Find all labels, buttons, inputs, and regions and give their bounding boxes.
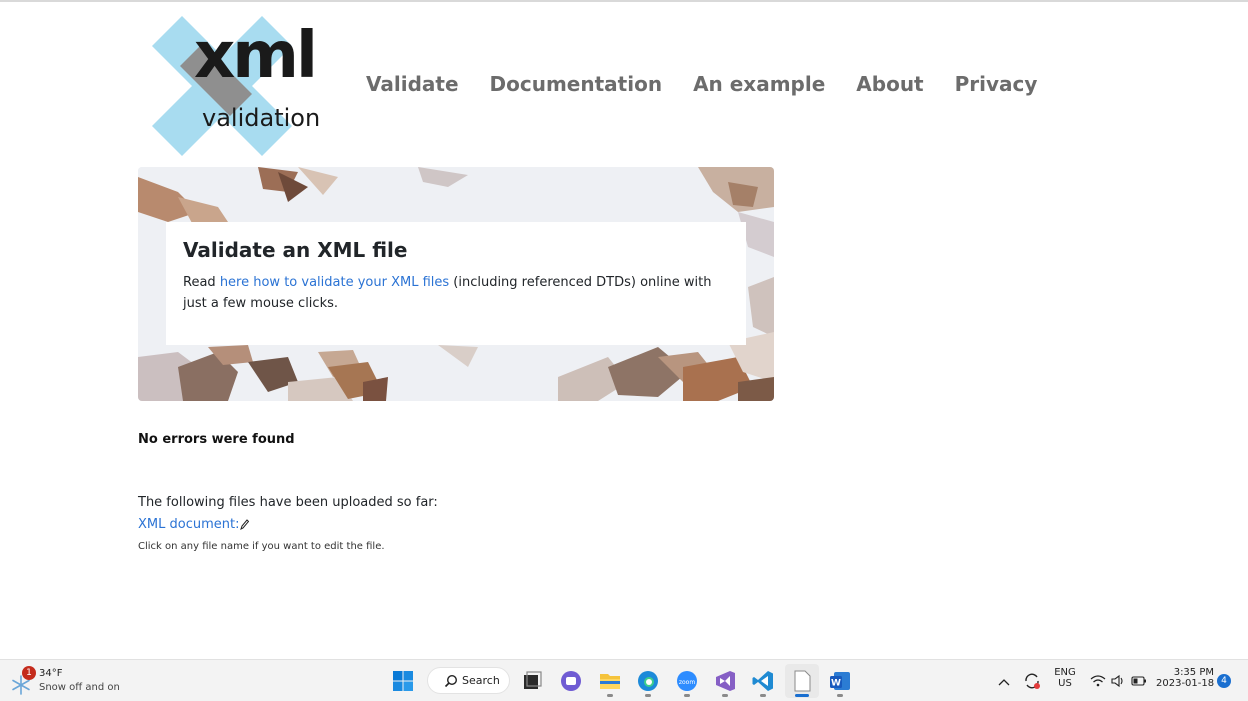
clock-date: 2023-01-18: [1156, 678, 1215, 689]
edit-pencil-icon[interactable]: [239, 518, 250, 530]
zoom-running-indicator: [684, 694, 690, 697]
uploaded-file-row: XML document:: [138, 517, 250, 532]
windows-taskbar: 1 34°F Snow off and on Search zoom W ENG…: [0, 659, 1248, 701]
uploaded-intro: The following files have been uploaded s…: [138, 495, 438, 510]
sync-icon[interactable]: [1022, 669, 1046, 693]
vscode-running-indicator: [760, 694, 766, 697]
clock-time: 3:35 PM: [1173, 667, 1214, 678]
chevron-up-icon[interactable]: [996, 669, 1020, 693]
language-indicator[interactable]: ENG US: [1052, 667, 1078, 689]
nav-documentation[interactable]: Documentation: [490, 72, 663, 96]
hero-card: Validate an XML file Read here how to va…: [166, 222, 746, 345]
lang-top: ENG: [1054, 667, 1076, 678]
lang-bottom: US: [1058, 678, 1072, 689]
svg-text:zoom: zoom: [679, 679, 695, 686]
battery-icon[interactable]: [1130, 669, 1154, 693]
weather-badge: 1: [22, 666, 36, 680]
howto-link[interactable]: here how to validate your XML files: [220, 275, 449, 290]
window-top-border: [0, 0, 1248, 4]
logo-word: xml: [194, 19, 318, 93]
zoom-icon[interactable]: zoom: [675, 669, 699, 693]
search-label: Search: [462, 674, 500, 687]
word-icon[interactable]: W: [828, 669, 852, 693]
nav-about[interactable]: About: [856, 72, 923, 96]
svg-text:W: W: [831, 679, 841, 689]
logo-subtitle: validation: [202, 104, 321, 132]
edge-running-indicator: [645, 694, 651, 697]
chat-icon[interactable]: [559, 669, 583, 693]
edge-icon[interactable]: [636, 669, 660, 693]
vscode-icon[interactable]: [751, 669, 775, 693]
task-view-icon[interactable]: [520, 669, 544, 693]
xml-document-link[interactable]: XML document:: [138, 517, 239, 532]
notepad-icon[interactable]: [790, 669, 814, 693]
taskbar-search[interactable]: Search: [427, 667, 510, 694]
main-nav: Validate Documentation An example About …: [366, 72, 1037, 96]
nav-an-example[interactable]: An example: [693, 72, 825, 96]
weather-description: Snow off and on: [39, 682, 120, 693]
nav-validate[interactable]: Validate: [366, 72, 459, 96]
search-icon: [444, 674, 458, 688]
explorer-running-indicator: [607, 694, 613, 697]
word-running-indicator: [837, 694, 843, 697]
notepad-active-indicator: [795, 694, 809, 697]
vs-running-indicator: [722, 694, 728, 697]
hero-text-before: Read: [183, 275, 220, 290]
edit-hint: Click on any file name if you want to ed…: [138, 541, 385, 552]
weather-temp: 34°F: [39, 668, 63, 679]
clock[interactable]: 3:35 PM 2023-01-18: [1156, 667, 1214, 689]
hero-banner: Validate an XML file Read here how to va…: [138, 167, 774, 401]
nav-privacy[interactable]: Privacy: [955, 72, 1038, 96]
notification-count[interactable]: 4: [1217, 674, 1231, 688]
site-logo[interactable]: xml validation: [152, 16, 332, 156]
windows-start-icon[interactable]: [391, 669, 415, 693]
hero-title: Validate an XML file: [183, 238, 408, 262]
visual-studio-icon[interactable]: [713, 669, 737, 693]
file-explorer-icon[interactable]: [598, 669, 622, 693]
hero-description: Read here how to validate your XML files…: [183, 272, 729, 314]
validation-result: No errors were found: [138, 432, 295, 447]
weather-widget[interactable]: 1 34°F Snow off and on: [10, 666, 140, 698]
